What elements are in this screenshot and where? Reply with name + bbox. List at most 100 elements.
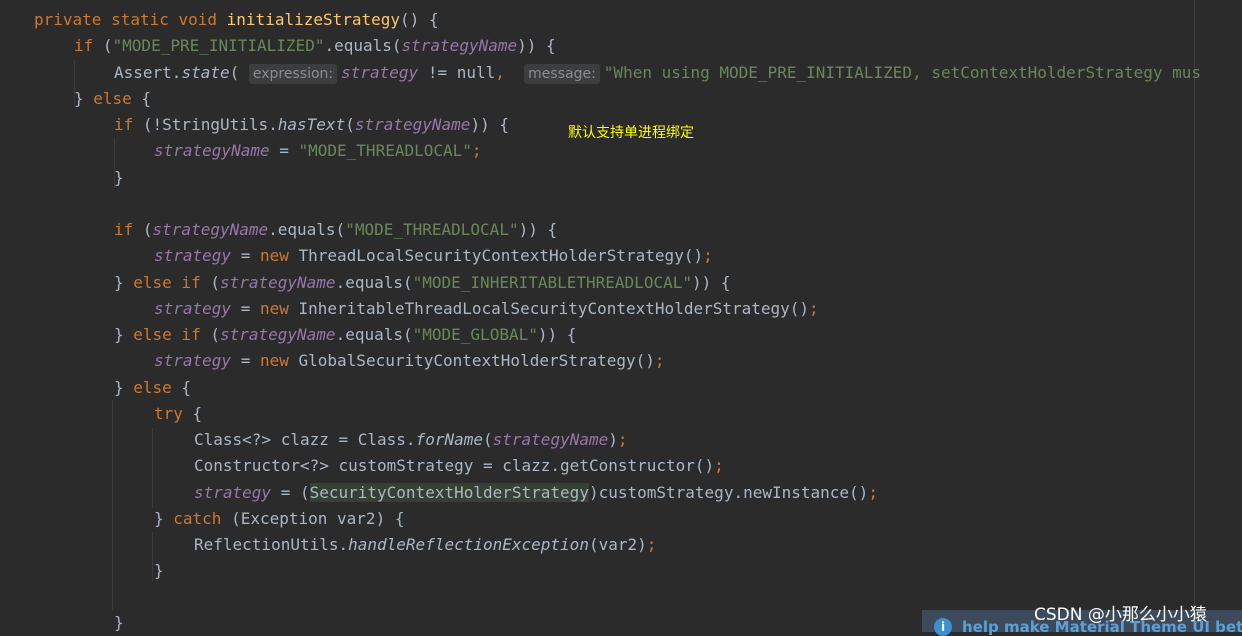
code-line-15[interactable]: } else { [114,375,191,401]
code-line-16[interactable]: try { [154,401,202,427]
code-text: } [114,325,134,344]
code-line-7[interactable]: } [114,165,124,191]
semicolon: ; [714,456,724,475]
code-text: GlobalSecurityContextHolderStrategy() [288,351,655,370]
code-keyword: else [133,378,172,397]
code-text: } [114,273,134,292]
code-line-2[interactable]: if ("MODE_PRE_INITIALIZED".equals(strate… [74,33,556,59]
code-line-13[interactable]: } else if (strategyName.equals("MODE_GLO… [114,322,576,348]
code-line-9[interactable]: if (strategyName.equals("MODE_THREADLOCA… [114,217,557,243]
code-text: ThreadLocalSecurityContextHolderStrategy… [288,246,704,265]
semicolon: ; [703,246,713,265]
field-ref: strategy [154,351,232,370]
code-text: ( [229,63,240,82]
semicolon: ; [654,351,665,370]
code-line-11[interactable]: } else if (strategyName.equals("MODE_INH… [114,270,731,296]
code-keyword: if [74,36,94,55]
code-text: InheritableThreadLocalSecurityContextHol… [288,299,810,318]
code-keyword: new [259,246,289,265]
field-ref: strategy [341,63,419,82]
semicolon: ; [809,299,819,318]
code-keyword: try [154,404,183,423]
string-literal: "MODE_INHERITABLETHREADLOCAL" [412,273,692,292]
code-line-17[interactable]: Class<?> clazz = Class.forName(strategyN… [194,427,628,453]
code-text: } [154,561,164,580]
code-text: .equals( [268,220,346,239]
code-line-22[interactable]: } [154,558,164,584]
code-keyword: else if [133,325,201,344]
indent-guide [152,428,153,508]
code-line-10[interactable]: strategy = new ThreadLocalSecurityContex… [154,243,713,269]
code-text: (Exception var2) { [221,509,405,528]
code-text: = [269,141,299,160]
field-ref: strategyName [154,141,270,160]
field-ref: strategyName [492,430,609,449]
parameter-hint-expression: expression: [248,64,338,84]
semicolon: ; [471,141,482,160]
code-text: .equals( [335,325,413,344]
right-margin-guide [1194,0,1195,632]
code-keyword: new [259,299,289,318]
code-text: } [154,509,174,528]
code-text: { [182,404,203,423]
code-text: Class<?> clazz = Class. [194,430,416,449]
code-line-4[interactable]: } else { [74,86,151,112]
code-line-12[interactable]: strategy = new InheritableThreadLocalSec… [154,296,819,322]
code-text: = [231,299,260,318]
code-text: ( [200,325,220,344]
code-text: )) { [470,115,509,134]
code-line-24[interactable]: } [114,610,124,636]
code-line-19[interactable]: strategy = (SecurityContextHolderStrateg… [194,480,878,506]
code-text: { [171,378,192,397]
code-text: } [114,613,124,632]
code-text: ( [483,430,493,449]
code-text: != null [418,63,496,82]
code-text: )) { [518,220,558,239]
cast-type-highlight: SecurityContextHolderStrategy [309,483,589,502]
code-text: Constructor<?> customStrategy = clazz.ge… [194,456,715,475]
code-line-18[interactable]: Constructor<?> customStrategy = clazz.ge… [194,453,724,479]
annotation-text: 默认支持单进程绑定 [568,125,694,141]
field-ref: strategy [194,483,272,502]
string-literal: "MODE_PRE_INITIALIZED" [112,36,325,55]
code-text: = [231,351,260,370]
static-method: state [181,63,230,82]
code-text: () { [400,10,439,29]
code-line-1[interactable]: private static void initializeStrategy()… [34,7,439,33]
field-ref: strategyName [401,36,518,55]
code-line-14[interactable]: strategy = new GlobalSecurityContextHold… [154,348,665,374]
code-text: .equals( [335,273,413,292]
code-line-21[interactable]: ReflectionUtils.handleReflectionExceptio… [194,532,656,558]
code-line-3[interactable]: Assert.state( expression: strategy != nul… [114,60,1201,86]
code-text: ReflectionUtils. [194,535,349,554]
code-text: } [74,89,94,108]
code-text: )customStrategy.newInstance() [588,483,869,502]
info-icon: i [934,618,952,636]
code-text: { [131,89,152,108]
parameter-hint-message: message: [524,64,600,84]
string-literal: "When using MODE_PRE_INITIALIZED, setCon… [603,63,1202,82]
code-keyword: catch [173,509,222,528]
code-keyword: new [259,351,289,370]
code-editor[interactable]: private static void initializeStrategy()… [0,0,1242,632]
code-text: ( [200,273,220,292]
field-ref: strategyName [354,115,471,134]
indent-guide [152,532,153,580]
code-text: Assert. [114,63,182,82]
code-text: )) { [691,273,731,292]
code-text: )) { [537,325,577,344]
code-line-20[interactable]: } catch (Exception var2) { [154,506,404,532]
comma: , [495,63,505,82]
code-keyword: private static void [34,10,227,29]
code-text: ) [608,430,618,449]
static-method: forName [415,430,483,449]
watermark: CSDN @小那么小小猿 [1034,605,1207,625]
semicolon: ; [617,430,628,449]
code-line-5[interactable]: if (!StringUtils.hasText(strategyName)) … [114,112,509,138]
code-text: (!StringUtils. [133,115,278,134]
code-line-6[interactable]: strategyName = "MODE_THREADLOCAL"; [154,138,482,164]
semicolon: ; [646,535,657,554]
code-text: ( [93,36,113,55]
code-keyword: if [114,115,134,134]
field-ref: strategyName [152,220,269,239]
